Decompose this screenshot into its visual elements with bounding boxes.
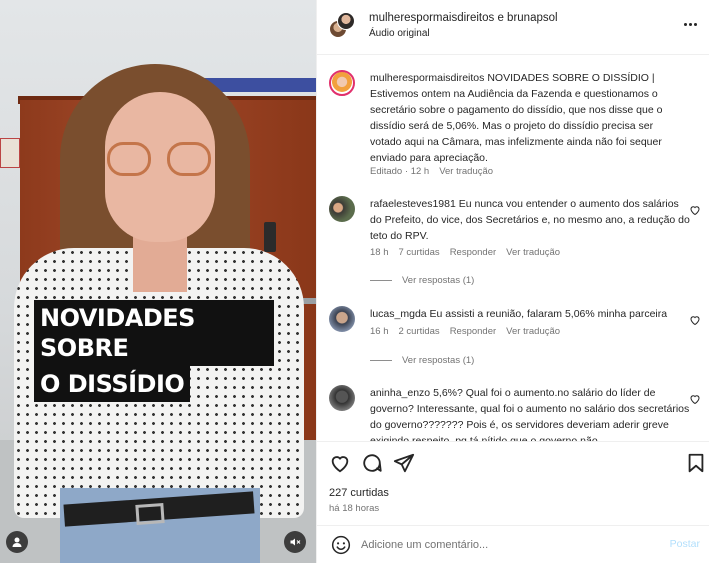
replies-divider	[370, 280, 392, 281]
comment-icon[interactable]	[361, 452, 383, 474]
avatar[interactable]	[329, 385, 355, 411]
post-header: mulherespormaisdireitos e brunapsol Áudi…	[317, 0, 709, 55]
person-belt-buckle	[135, 503, 165, 525]
translate-link[interactable]: Ver tradução	[439, 166, 493, 177]
bookmark-icon[interactable]	[685, 452, 707, 474]
post-timestamp: há 18 horas	[329, 503, 380, 514]
translate-link[interactable]: Ver tradução	[506, 247, 560, 258]
video-card-reader	[264, 222, 276, 252]
view-replies-button[interactable]: Ver respostas (1)	[370, 355, 474, 366]
post-author-names[interactable]: mulherespormaisdireitos e brunapsol	[369, 12, 558, 24]
view-replies-button[interactable]: Ver respostas (1)	[370, 275, 474, 286]
post-time: 12 h	[410, 166, 430, 177]
glasses-left-lens	[107, 142, 151, 176]
post-actions: 227 curtidas há 18 horas	[317, 441, 709, 521]
video-player[interactable]: NOVIDADES SOBRE O DISSÍDIO	[0, 0, 316, 563]
heart-icon[interactable]	[689, 314, 701, 326]
comment-likes[interactable]: 7 curtidas	[399, 247, 440, 258]
post-username[interactable]: mulherespormaisdireitos	[370, 72, 484, 84]
view-replies-label: Ver respostas (1)	[402, 275, 475, 286]
likes-count[interactable]: 227 curtidas	[329, 487, 389, 499]
avatar[interactable]	[329, 306, 355, 332]
avatar[interactable]	[329, 70, 355, 96]
comment-username[interactable]: rafaelesteves1981	[370, 198, 456, 210]
avatar[interactable]	[329, 196, 355, 222]
video-caption-line-1: NOVIDADES SOBRE	[34, 300, 274, 366]
heart-icon[interactable]	[689, 393, 701, 405]
comment-composer: Postar	[317, 525, 709, 563]
translate-link[interactable]: Ver tradução	[506, 326, 560, 337]
heart-icon[interactable]	[329, 452, 351, 474]
comment-input[interactable]	[361, 534, 651, 556]
collab-avatars[interactable]	[329, 12, 355, 38]
replies-divider	[370, 360, 392, 361]
user-tag-icon	[12, 537, 22, 547]
comments-list[interactable]: mulherespormaisdireitos NOVIDADES SOBRE …	[317, 55, 709, 441]
video-caption-line-2: O DISSÍDIO	[34, 366, 191, 402]
post-panel: mulherespormaisdireitos e brunapsol Áudi…	[316, 0, 709, 563]
video-no-smoking-sign	[0, 138, 20, 168]
comment-time: 16 h	[370, 326, 389, 337]
more-options-button[interactable]	[680, 14, 700, 34]
post-meta: Editado · 12 h Ver tradução	[370, 166, 494, 177]
mute-button[interactable]	[284, 531, 306, 553]
reply-button[interactable]: Responder	[450, 326, 496, 337]
share-icon[interactable]	[393, 452, 415, 474]
avatar	[337, 12, 355, 30]
comment-meta: 18 h 7 curtidas Responder Ver tradução	[370, 247, 560, 258]
original-audio-link[interactable]: Áudio original	[369, 28, 430, 39]
view-replies-label: Ver respostas (1)	[402, 355, 475, 366]
heart-icon[interactable]	[689, 204, 701, 216]
post-comment-button[interactable]: Postar	[670, 538, 700, 550]
comment-likes[interactable]: 2 curtidas	[399, 326, 440, 337]
comment-text: Eu assisti a reunião, falaram 5,06% minh…	[429, 308, 668, 320]
emoji-icon[interactable]	[331, 535, 351, 555]
reply-button[interactable]: Responder	[450, 247, 496, 258]
comment-username[interactable]: lucas_mgda	[370, 308, 427, 320]
post-text: NOVIDADES SOBRE O DISSÍDIO | Estivemos o…	[370, 72, 663, 164]
speaker-muted-icon	[290, 538, 301, 546]
user-tag-button[interactable]	[6, 531, 28, 553]
edited-label: Editado	[370, 166, 403, 177]
comment-meta: 16 h 2 curtidas Responder Ver tradução	[370, 326, 560, 337]
comment-username[interactable]: aninha_enzo	[370, 387, 430, 399]
video-caption: NOVIDADES SOBRE O DISSÍDIO	[34, 300, 274, 402]
glasses-right-lens	[167, 142, 211, 176]
more-horizontal-icon	[683, 22, 697, 26]
comment-time: 18 h	[370, 247, 389, 258]
